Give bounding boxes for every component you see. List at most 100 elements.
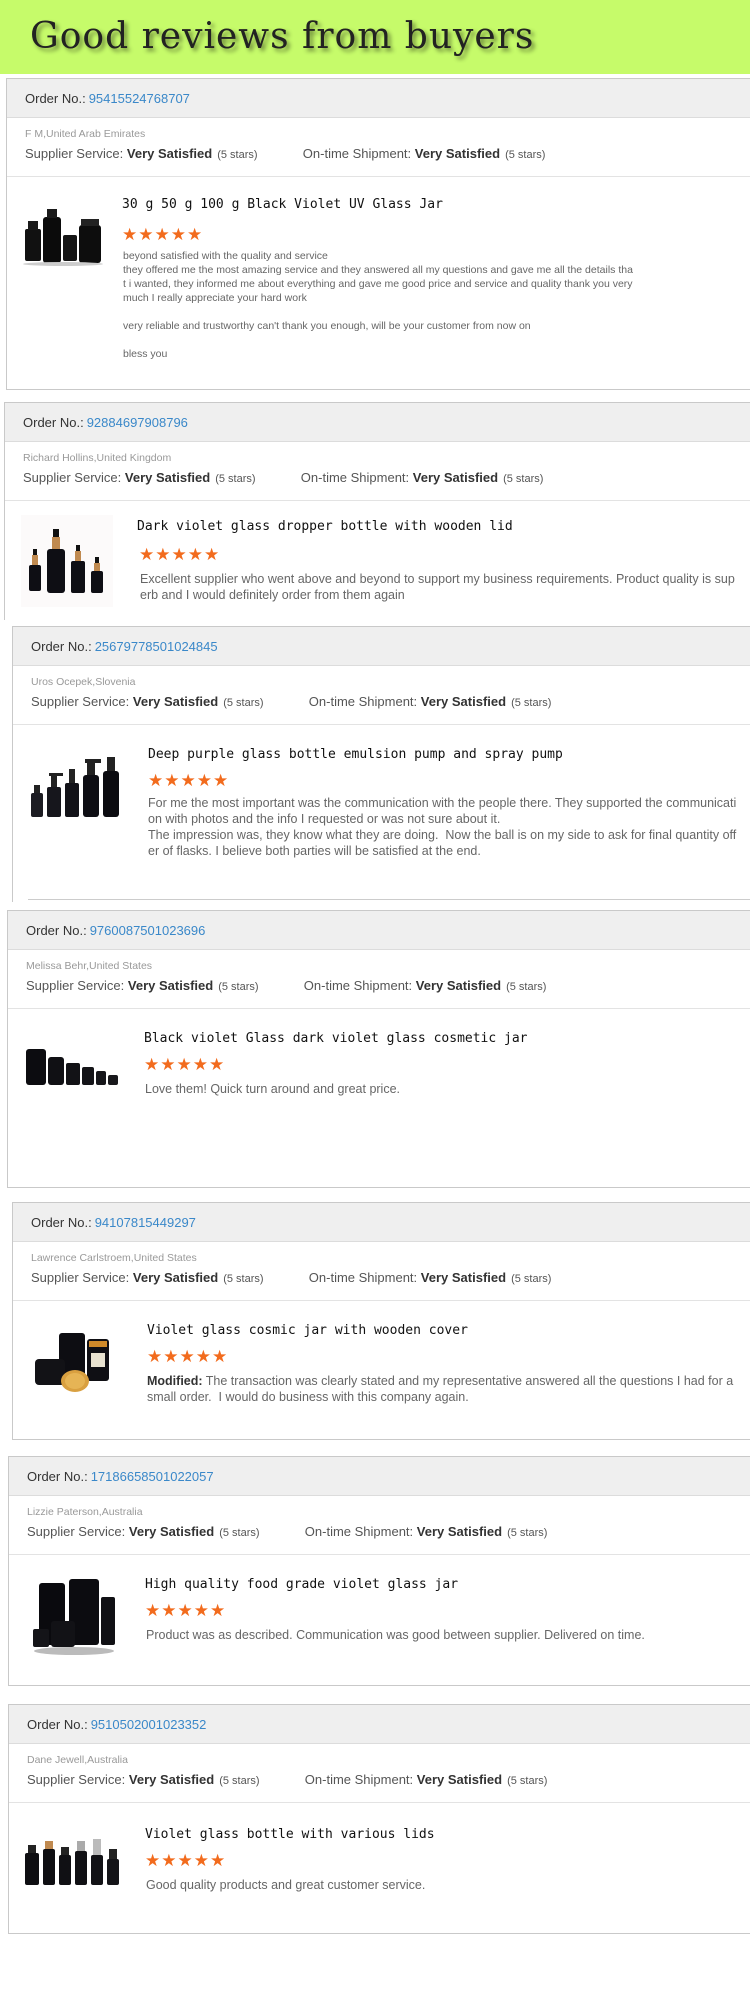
supplier-service-label: Supplier Service: [27,1772,126,1787]
buyer-name: Lizzie Paterson,Australia [27,1506,143,1518]
order-header: Order No.: 95415524768707 [7,79,750,118]
product-title: Deep purple glass bottle emulsion pump a… [148,747,563,762]
buyer-name: Uros Ocepek,Slovenia [31,676,136,688]
divider-line [28,899,750,900]
review-comment: Love them! Quick turn around and great p… [145,1082,401,1096]
product-title: Dark violet glass dropper bottle with wo… [137,519,513,534]
product-title: Black violet Glass dark violet glass cos… [144,1031,528,1046]
ratings-row: Supplier Service: Very Satisfied (5 stars… [31,1270,750,1288]
shipment-rating: Very Satisfied [415,978,502,993]
shipment-label: On-time Shipment: [304,1524,414,1539]
order-header: Order No.: 92884697908796 [5,403,750,442]
order-header: Order No.: 17186658501022057 [9,1457,750,1496]
order-number-link[interactable]: 25679778501024845 [95,639,218,654]
shipment-rating: Very Satisfied [416,1772,503,1787]
star-rating: ★★★★★ [148,771,230,790]
order-label: Order No.: [25,90,86,106]
pump-bottles-icon [27,745,123,825]
order-header: Order No.: 9510502001023352 [9,1705,750,1744]
shipment-stars-text: (5 stars) [511,1273,552,1285]
order-header: Order No.: 94107815449297 [13,1203,750,1242]
shipment-stars-text: (5 stars) [503,473,544,485]
black-jars-set-icon [19,205,107,267]
supplier-service-label: Supplier Service: [23,470,122,485]
order-header: Order No.: 9760087501023696 [8,911,750,950]
review-card: Order No.: 94107815449297 Lawrence Carls… [12,1202,750,1440]
review-card: Order No.: 95415524768707 F M,United Ara… [6,78,750,390]
star-rating: ★★★★★ [139,545,221,564]
order-header: Order No.: 25679778501024845 [13,627,750,666]
product-title: Violet glass bottle with various lids [145,1827,435,1842]
supplier-rating: Very Satisfied [132,694,219,709]
buyer-name: F M,United Arab Emirates [25,128,146,140]
supplier-rating: Very Satisfied [124,470,211,485]
shipment-rating: Very Satisfied [414,146,501,161]
shipment-stars-text: (5 stars) [506,981,547,993]
shipment-rating: Very Satisfied [420,694,507,709]
shipment-rating: Very Satisfied [420,1270,507,1285]
order-number-link[interactable]: 92884697908796 [87,415,188,430]
modified-label: Modified: [147,1374,203,1388]
supplier-service-label: Supplier Service: [26,978,125,993]
buyer-name: Melissa Behr,United States [26,960,153,972]
supplier-stars-text: (5 stars) [223,697,264,709]
supplier-stars-text: (5 stars) [219,1527,260,1539]
product-title: 30 g 50 g 100 g Black Violet UV Glass Ja… [122,197,443,212]
order-label: Order No.: [26,922,87,938]
star-rating: ★★★★★ [144,1055,226,1074]
order-number-link[interactable]: 94107815449297 [95,1215,196,1230]
buyer-name: Richard Hollins,United Kingdom [23,452,172,464]
star-rating: ★★★★★ [145,1601,227,1620]
review-comment: Modified: The transaction was clearly st… [147,1373,737,1405]
star-rating: ★★★★★ [122,225,204,244]
buyer-name: Dane Jewell,Australia [27,1754,128,1766]
order-label: Order No.: [27,1716,88,1732]
order-label: Order No.: [23,414,84,430]
ratings-row: Supplier Service: Very Satisfied (5 stars… [27,1524,749,1542]
supplier-service-label: Supplier Service: [31,694,130,709]
review-card: Order No.: 25679778501024845 Uros Ocepek… [12,626,750,902]
ratings-row: Supplier Service: Very Satisfied (5 stars… [25,146,747,164]
review-comment: Excellent supplier who went above and be… [140,572,735,602]
review-card: Order No.: 17186658501022057 Lizzie Pate… [8,1456,750,1686]
dropper-bottles-icon [21,515,113,607]
order-number-link[interactable]: 95415524768707 [89,91,190,106]
buyer-name: Lawrence Carlstroem,United States [31,1252,197,1264]
supplier-service-label: Supplier Service: [31,1270,130,1285]
review-comment: Good quality products and great customer… [146,1878,426,1892]
review-comment-text: The transaction was clearly stated and m… [147,1374,737,1404]
shipment-stars-text: (5 stars) [507,1527,548,1539]
page-title: Good reviews from buyers [30,16,535,57]
product-title: Violet glass cosmic jar with wooden cove… [147,1323,468,1338]
supplier-stars-text: (5 stars) [223,1273,264,1285]
shipment-rating: Very Satisfied [412,470,499,485]
shipment-stars-text: (5 stars) [505,149,546,161]
shipment-stars-text: (5 stars) [511,697,552,709]
review-card: Order No.: 92884697908796 Richard Hollin… [4,402,750,620]
supplier-rating: Very Satisfied [128,1524,215,1539]
supplier-stars-text: (5 stars) [217,149,258,161]
wooden-lid-jars-icon [31,1329,125,1395]
supplier-service-label: Supplier Service: [27,1524,126,1539]
order-number-link[interactable]: 17186658501022057 [91,1469,214,1484]
supplier-service-label: Supplier Service: [25,146,124,161]
order-number-link[interactable]: 9510502001023352 [91,1717,207,1732]
order-label: Order No.: [31,638,92,654]
product-title: High quality food grade violet glass jar [145,1577,459,1592]
review-card: Order No.: 9760087501023696 Melissa Behr… [7,910,750,1188]
order-number-link[interactable]: 9760087501023696 [90,923,206,938]
ratings-row: Supplier Service: Very Satisfied (5 stars… [26,978,748,996]
supplier-rating: Very Satisfied [126,146,213,161]
star-rating: ★★★★★ [147,1347,229,1366]
ratings-row: Supplier Service: Very Satisfied (5 stars… [23,470,745,488]
order-label: Order No.: [27,1468,88,1484]
shipment-label: On-time Shipment: [308,1270,418,1285]
shipment-label: On-time Shipment: [303,978,413,993]
supplier-rating: Very Satisfied [128,1772,215,1787]
header-banner: Good reviews from buyers [0,0,750,74]
food-jars-icon [29,1577,119,1659]
shipment-label: On-time Shipment: [308,694,418,709]
shipment-label: On-time Shipment: [304,1772,414,1787]
star-rating: ★★★★★ [145,1851,227,1870]
order-label: Order No.: [31,1214,92,1230]
